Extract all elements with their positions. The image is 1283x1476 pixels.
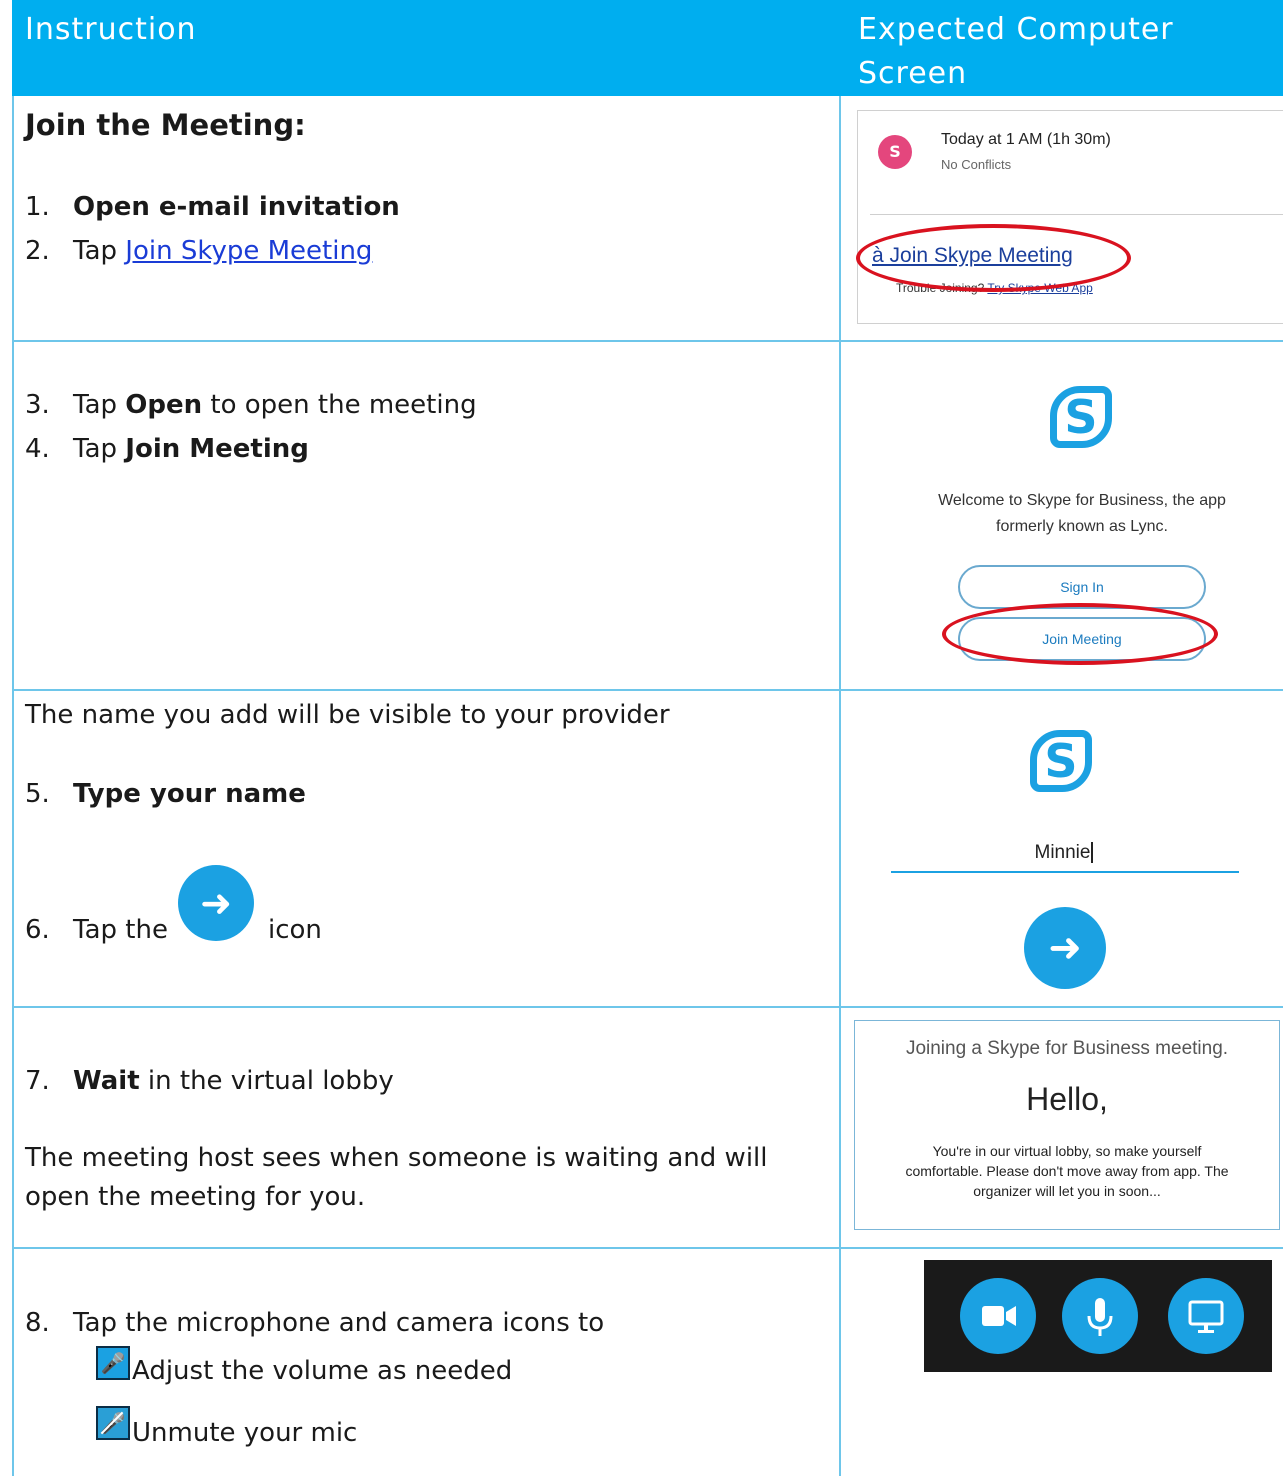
- table-border-left: [12, 96, 14, 1476]
- header-instruction: Instruction: [25, 12, 197, 47]
- step-text: Tap: [73, 434, 126, 464]
- highlight-oval-join-meeting: [942, 603, 1218, 665]
- highlight-oval-join-link: [856, 224, 1131, 292]
- meeting-time: Today at 1 AM (1h 30m): [941, 131, 1111, 148]
- lobby-message: You're in our virtual lobby, so make you…: [855, 1141, 1279, 1201]
- avatar-letter: S: [889, 142, 901, 161]
- name-input[interactable]: Minnie: [890, 842, 1238, 864]
- lobby-message-line-3: organizer will let you in soon...: [973, 1183, 1161, 1199]
- row-divider-2: [12, 689, 1283, 691]
- bullet-adjust-volume: Adjust the volume as needed: [132, 1356, 513, 1386]
- row-divider-1: [12, 340, 1283, 342]
- step-number: 5.: [25, 779, 50, 809]
- join-skype-meeting-link[interactable]: Join Skype Meeting: [125, 236, 372, 266]
- step-6-suffix: icon: [268, 915, 322, 945]
- microphone-icon[interactable]: [1062, 1278, 1138, 1354]
- call-controls-bar: [924, 1260, 1272, 1372]
- step-text-suffix: to open the meeting: [202, 390, 477, 420]
- video-camera-icon[interactable]: [960, 1278, 1036, 1354]
- mic-muted-icon: 🎤: [96, 1406, 130, 1440]
- welcome-line-2: formerly known as Lync.: [996, 518, 1168, 535]
- lobby-screenshot: Joining a Skype for Business meeting. He…: [854, 1020, 1280, 1230]
- email-invite-screenshot: S Today at 1 AM (1h 30m) No Conflicts à …: [857, 110, 1283, 324]
- skype-logo-icon: S: [1050, 386, 1112, 448]
- step-number: 6.: [25, 915, 50, 945]
- step-number: 4.: [25, 434, 50, 464]
- skype-logo-icon: S: [1030, 730, 1092, 792]
- step-text: Tap the microphone and camera icons to: [73, 1308, 605, 1338]
- screen-share-icon[interactable]: [1168, 1278, 1244, 1354]
- header-expected-line1: Expected Computer: [858, 12, 1174, 47]
- divider: [870, 214, 1283, 215]
- host-note-line-2: open the meeting for you.: [25, 1182, 366, 1212]
- logo-letter: S: [1044, 734, 1078, 788]
- welcome-line-1: Welcome to Skype for Business, the app: [938, 492, 1226, 509]
- lobby-message-line-1: You're in our virtual lobby, so make you…: [932, 1143, 1202, 1159]
- row-divider-3: [12, 1006, 1283, 1008]
- host-note-line-1: The meeting host sees when someone is wa…: [25, 1143, 768, 1173]
- name-input-value: Minnie: [1034, 842, 1091, 863]
- step-text: Tap: [73, 390, 126, 420]
- step-1: 1. Open e-mail invitation: [25, 192, 400, 222]
- row-divider-4: [12, 1247, 1283, 1249]
- step-number: 3.: [25, 390, 50, 420]
- welcome-text: Welcome to Skype for Business, the app f…: [900, 488, 1264, 540]
- step-bold: Type your name: [73, 779, 306, 809]
- step-6: 6. Tap the: [25, 915, 168, 945]
- lobby-message-line-2: comfortable. Please don't move away from…: [905, 1163, 1229, 1179]
- name-visibility-note: The name you add will be visible to your…: [25, 700, 670, 730]
- step-2: 2. Tap Join Skype Meeting: [25, 236, 372, 266]
- calendar-avatar-icon: S: [878, 135, 912, 169]
- step-4: 4. Tap Join Meeting: [25, 434, 309, 464]
- bullet-unmute-mic: Unmute your mic: [132, 1418, 358, 1448]
- step-number: 1.: [25, 192, 50, 222]
- lobby-hello: Hello,: [1026, 1081, 1108, 1117]
- name-input-underline: [891, 871, 1239, 873]
- step-3: 3. Tap Open to open the meeting: [25, 390, 477, 420]
- step-8: 8. Tap the microphone and camera icons to: [25, 1308, 604, 1338]
- step-number: 8.: [25, 1308, 50, 1338]
- table-column-divider: [839, 96, 841, 1476]
- step-bold: Open: [125, 390, 203, 420]
- section-heading: Join the Meeting:: [25, 108, 306, 142]
- meeting-conflicts: No Conflicts: [941, 157, 1012, 172]
- logo-letter: S: [1064, 390, 1098, 444]
- step-number: 7.: [25, 1066, 50, 1096]
- step-text: Open e-mail invitation: [73, 192, 400, 222]
- microphone-icon: 🎤: [96, 1346, 130, 1380]
- arrow-right-icon: ➜: [178, 865, 254, 941]
- lobby-title: Joining a Skype for Business meeting.: [905, 1038, 1229, 1059]
- step-bold: Wait: [73, 1066, 140, 1096]
- header-expected-line2: Screen: [858, 56, 968, 91]
- step-text: Tap the: [73, 915, 168, 945]
- text-cursor: [1091, 842, 1094, 863]
- step-5: 5. Type your name: [25, 779, 306, 809]
- step-bold: Join Meeting: [125, 434, 309, 464]
- step-7: 7. Wait in the virtual lobby: [25, 1066, 394, 1096]
- step-number: 2.: [25, 236, 50, 266]
- arrow-right-icon[interactable]: ➜: [1024, 907, 1106, 989]
- step-text: in the virtual lobby: [139, 1066, 394, 1096]
- step-text: Tap: [73, 236, 126, 266]
